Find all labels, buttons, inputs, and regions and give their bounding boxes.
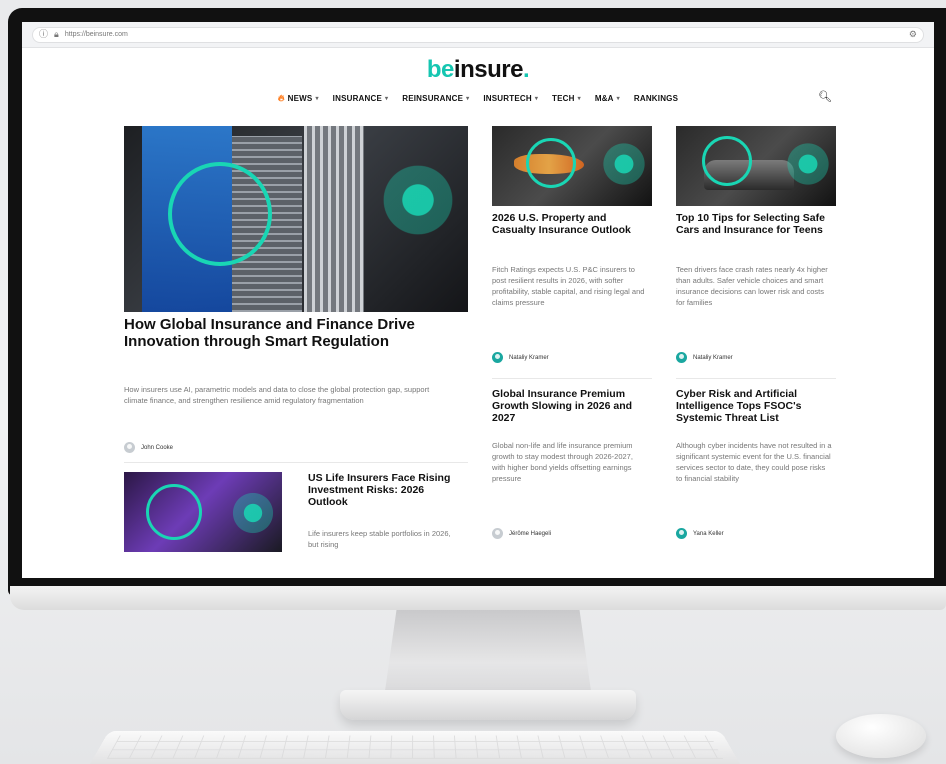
main-nav: 🔥︎ NEWS ▾ INSURANCE ▾ REINSURANCE ▾ INSU… — [22, 86, 934, 110]
nav-item-news[interactable]: 🔥︎ NEWS ▾ — [278, 93, 319, 104]
site-logo[interactable]: beinsure. — [22, 56, 934, 84]
card-title[interactable]: 2026 U.S. Property and Casualty Insuranc… — [492, 212, 652, 236]
secondary-image[interactable] — [124, 472, 282, 552]
divider — [492, 378, 652, 379]
desktop-scene: ⓘ 🔒︎ https://beinsure.com ⚙ beinsure. 🔥︎… — [0, 0, 946, 764]
featured-description: How insurers use AI, parametric models a… — [124, 385, 430, 405]
site-header: beinsure. — [22, 48, 934, 84]
info-icon[interactable]: ⓘ — [39, 30, 48, 39]
main-content: How Global Insurance and Finance Drive I… — [22, 110, 934, 578]
url-text[interactable]: https://beinsure.com — [65, 31, 128, 38]
monitor-base — [340, 690, 636, 720]
avatar — [492, 528, 503, 539]
card-title[interactable]: Cyber Risk and Artificial Intelligence T… — [676, 388, 836, 424]
avatar — [676, 528, 687, 539]
fire-icon: 🔥︎ — [277, 92, 285, 103]
card-author[interactable]: Nataliy Kramer — [676, 352, 733, 363]
chevron-down-icon: ▾ — [315, 95, 319, 102]
nav-item-insurtech[interactable]: INSURTECH ▾ — [483, 94, 538, 103]
card-description: Teen drivers face crash rates nearly 4x … — [676, 265, 828, 307]
avatar — [124, 442, 135, 453]
lock-icon: 🔒︎ — [54, 29, 59, 39]
chevron-down-icon: ▾ — [385, 95, 389, 102]
keyboard — [90, 730, 740, 764]
card-title[interactable]: Top 10 Tips for Selecting Safe Cars and … — [676, 212, 836, 236]
card-title[interactable]: Global Insurance Premium Growth Slowing … — [492, 388, 652, 424]
chevron-down-icon: ▾ — [466, 95, 470, 102]
card-author[interactable]: Jérôme Haegeli — [492, 528, 551, 539]
nav-item-reinsurance[interactable]: REINSURANCE ▾ — [402, 94, 469, 103]
card-image[interactable] — [676, 126, 836, 206]
featured-title[interactable]: How Global Insurance and Finance Drive I… — [124, 316, 468, 350]
featured-author[interactable]: John Cooke — [124, 442, 173, 453]
nav-item-insurance[interactable]: INSURANCE ▾ — [333, 94, 389, 103]
browser-toolbar: ⓘ 🔒︎ https://beinsure.com ⚙ — [22, 22, 934, 48]
address-bar[interactable]: ⓘ 🔒︎ https://beinsure.com ⚙ — [32, 26, 924, 43]
nav-item-ma[interactable]: M&A ▾ — [595, 94, 620, 103]
nav-item-tech[interactable]: TECH ▾ — [552, 94, 581, 103]
chevron-down-icon: ▾ — [534, 95, 539, 102]
settings-icon[interactable]: ⚙ — [909, 30, 917, 39]
card-image[interactable] — [492, 126, 652, 206]
card-author[interactable]: Yana Keller — [676, 528, 724, 539]
featured-image[interactable] — [124, 126, 468, 312]
card-description: Fitch Ratings expects U.S. P&C insurers … — [492, 265, 645, 307]
card-author[interactable]: Nataliy Kramer — [492, 352, 549, 363]
nav-item-rankings[interactable]: RANKINGS — [634, 94, 678, 103]
card-description: Global non-life and life insurance premi… — [492, 441, 633, 483]
secondary-description: Life insurers keep stable portfolios in … — [308, 529, 451, 549]
mouse — [836, 714, 926, 758]
monitor-screen: ⓘ 🔒︎ https://beinsure.com ⚙ beinsure. 🔥︎… — [22, 22, 934, 578]
avatar — [492, 352, 503, 363]
secondary-title[interactable]: US Life Insurers Face Rising Investment … — [308, 472, 464, 508]
monitor-chin — [10, 586, 946, 610]
search-icon[interactable]: 🔍︎ — [818, 90, 832, 103]
monitor-stand — [384, 610, 592, 698]
avatar — [676, 352, 687, 363]
card-description: Although cyber incidents have not result… — [676, 441, 832, 483]
divider — [676, 378, 836, 379]
divider — [124, 462, 468, 463]
chevron-down-icon: ▾ — [577, 95, 581, 102]
chevron-down-icon: ▾ — [616, 95, 620, 102]
